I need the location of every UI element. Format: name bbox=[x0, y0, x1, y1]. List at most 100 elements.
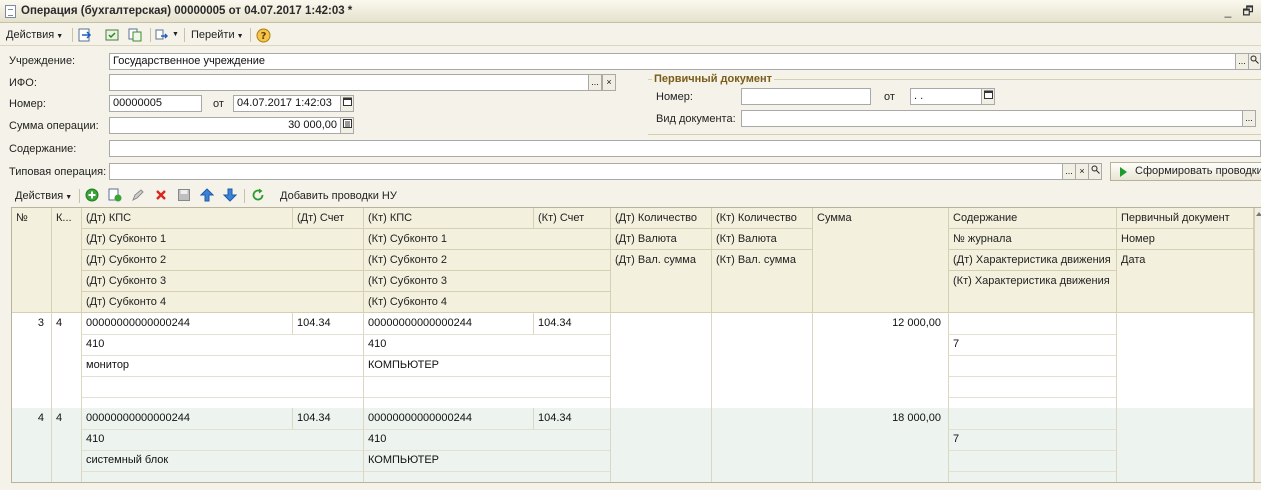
header-sum[interactable]: Сумма bbox=[813, 208, 949, 313]
end-edit-icon[interactable] bbox=[176, 187, 192, 203]
delete-row-icon[interactable] bbox=[153, 187, 169, 203]
header-dt-sub2[interactable]: (Дт) Субконто 2 bbox=[82, 250, 364, 271]
header-dt-sub3[interactable]: (Дт) Субконто 3 bbox=[82, 271, 364, 292]
header-kt-kps[interactable]: (Кт) КПС bbox=[364, 208, 534, 229]
table-scrollbar[interactable] bbox=[1254, 208, 1261, 482]
typical-operation-field[interactable] bbox=[109, 163, 1063, 180]
header-primary-number[interactable]: Номер bbox=[1117, 229, 1254, 250]
header-kt-sub1[interactable]: (Кт) Субконто 1 bbox=[364, 229, 611, 250]
sum-field[interactable]: 30 000,00 bbox=[109, 117, 341, 134]
header-kt-qty[interactable]: (Кт) Количество bbox=[712, 208, 813, 229]
structure-dropdown-icon[interactable]: ▼ bbox=[172, 27, 179, 43]
primary-number-field[interactable] bbox=[741, 88, 871, 105]
cell-kt-sub1[interactable]: 410 bbox=[364, 429, 611, 449]
primary-date-field[interactable]: . . bbox=[910, 88, 982, 105]
institution-field[interactable]: Государственное учреждение bbox=[109, 53, 1236, 70]
cell-dt-kps[interactable]: 00000000000000244 bbox=[82, 313, 293, 333]
structure-icon[interactable] bbox=[154, 27, 170, 43]
doctype-select-button[interactable]: ... bbox=[1242, 110, 1256, 127]
header-kt-currency[interactable]: (Кт) Валюта bbox=[712, 229, 813, 250]
ifo-field[interactable] bbox=[109, 74, 589, 91]
header-dt-account[interactable]: (Дт) Счет bbox=[293, 208, 364, 229]
doctype-field[interactable] bbox=[741, 110, 1243, 127]
header-k[interactable]: К... bbox=[52, 208, 82, 313]
cell-dt-account[interactable]: 104.34 bbox=[293, 408, 364, 428]
cell-dt-account[interactable]: 104.34 bbox=[293, 313, 364, 333]
header-dt-valsum[interactable]: (Дт) Вал. сумма bbox=[611, 250, 712, 313]
move-up-icon[interactable] bbox=[199, 187, 215, 203]
minimize-button[interactable]: _ bbox=[1220, 3, 1236, 19]
header-dt-kps[interactable]: (Дт) КПС bbox=[82, 208, 293, 229]
cell-k[interactable]: 4 bbox=[52, 313, 82, 333]
copy-icon[interactable] bbox=[127, 27, 143, 43]
header-kt-sub4[interactable]: (Кт) Субконто 4 bbox=[364, 292, 611, 313]
refresh-icon[interactable] bbox=[250, 187, 266, 203]
ifo-clear-button[interactable]: × bbox=[602, 74, 616, 91]
cell-dt-sub1[interactable]: 410 bbox=[82, 334, 364, 354]
date-field[interactable]: 04.07.2017 1:42:03 bbox=[233, 95, 341, 112]
cell-num[interactable]: 4 bbox=[12, 408, 48, 428]
number-field[interactable]: 00000005 bbox=[109, 95, 202, 112]
goto-menu[interactable]: Перейти ▼ bbox=[191, 27, 244, 43]
header-kt-account[interactable]: (Кт) Счет bbox=[534, 208, 611, 229]
cell-kt-sub2[interactable]: КОМПЬЮТЕР bbox=[364, 355, 611, 375]
header-dt-sub4[interactable]: (Дт) Субконто 4 bbox=[82, 292, 364, 313]
cell-sum[interactable]: 12 000,00 bbox=[813, 313, 945, 333]
add-nu-entries-button[interactable]: Добавить проводки НУ bbox=[280, 188, 397, 204]
date-calendar-icon[interactable] bbox=[340, 95, 354, 112]
cell-kt-sub2[interactable]: КОМПЬЮТЕР bbox=[364, 450, 611, 470]
cell-dt-sub2[interactable]: системный блок bbox=[82, 450, 364, 470]
help-icon[interactable]: ? bbox=[255, 27, 271, 43]
header-primary-doc[interactable]: Первичный документ bbox=[1117, 208, 1254, 229]
sum-calculator-icon[interactable] bbox=[340, 117, 354, 134]
copy-row-icon[interactable] bbox=[107, 187, 123, 203]
edit-row-icon[interactable] bbox=[130, 187, 146, 203]
typical-clear-button[interactable]: × bbox=[1075, 163, 1089, 180]
cell-kt-account[interactable]: 104.34 bbox=[534, 408, 611, 428]
cell-journal[interactable]: 7 bbox=[949, 429, 1117, 449]
cell-kt-sub1[interactable]: 410 bbox=[364, 334, 611, 354]
header-journal[interactable]: № журнала bbox=[949, 229, 1117, 250]
institution-search-icon[interactable] bbox=[1248, 53, 1261, 70]
move-down-icon[interactable] bbox=[222, 187, 238, 203]
header-kt-characteristic[interactable]: (Кт) Характеристика движения bbox=[949, 271, 1117, 313]
sum-label: Сумма операции: bbox=[9, 120, 99, 132]
date-label: от bbox=[213, 98, 224, 110]
header-primary-date[interactable]: Дата bbox=[1117, 250, 1254, 313]
post-and-close-icon[interactable] bbox=[77, 27, 93, 43]
cell-sum[interactable]: 18 000,00 bbox=[813, 408, 945, 428]
cell-dt-kps[interactable]: 00000000000000244 bbox=[82, 408, 293, 428]
cell-kt-kps[interactable]: 00000000000000244 bbox=[364, 313, 534, 333]
primary-date-calendar-icon[interactable] bbox=[981, 88, 995, 105]
header-dt-sub1[interactable]: (Дт) Субконто 1 bbox=[82, 229, 364, 250]
content-field[interactable] bbox=[109, 140, 1261, 157]
build-entries-button[interactable]: Сформировать проводки bbox=[1110, 162, 1261, 181]
restore-button[interactable]: 🗗 bbox=[1240, 3, 1256, 19]
ifo-select-button[interactable]: ... bbox=[588, 74, 602, 91]
cell-dt-sub1[interactable]: 410 bbox=[82, 429, 364, 449]
header-num[interactable]: № bbox=[12, 208, 52, 313]
typical-search-icon[interactable] bbox=[1088, 163, 1102, 180]
actions-menu[interactable]: Действия ▼ bbox=[6, 27, 63, 43]
institution-select-button[interactable]: ... bbox=[1235, 53, 1249, 70]
cell-journal[interactable]: 7 bbox=[949, 334, 1117, 354]
primary-number-label: Номер: bbox=[656, 91, 693, 103]
cell-num[interactable]: 3 bbox=[12, 313, 48, 333]
header-content[interactable]: Содержание bbox=[949, 208, 1117, 229]
header-dt-qty[interactable]: (Дт) Количество bbox=[611, 208, 712, 229]
cell-k[interactable]: 4 bbox=[52, 408, 82, 428]
header-kt-sub2[interactable]: (Кт) Субконто 2 bbox=[364, 250, 611, 271]
header-dt-characteristic[interactable]: (Дт) Характеристика движения bbox=[949, 250, 1117, 271]
typical-operation-label: Типовая операция: bbox=[9, 166, 107, 178]
cell-kt-account[interactable]: 104.34 bbox=[534, 313, 611, 333]
cell-dt-sub2[interactable]: монитор bbox=[82, 355, 364, 375]
add-row-icon[interactable] bbox=[84, 187, 100, 203]
header-dt-currency[interactable]: (Дт) Валюта bbox=[611, 229, 712, 250]
cell-kt-kps[interactable]: 00000000000000244 bbox=[364, 408, 534, 428]
header-kt-sub3[interactable]: (Кт) Субконто 3 bbox=[364, 271, 611, 292]
header-kt-valsum[interactable]: (Кт) Вал. сумма bbox=[712, 250, 813, 313]
grid-actions-menu[interactable]: Действия ▼ bbox=[15, 188, 72, 204]
typical-select-button[interactable]: ... bbox=[1062, 163, 1076, 180]
scroll-up-icon[interactable] bbox=[1256, 212, 1261, 216]
post-icon[interactable] bbox=[104, 27, 120, 43]
